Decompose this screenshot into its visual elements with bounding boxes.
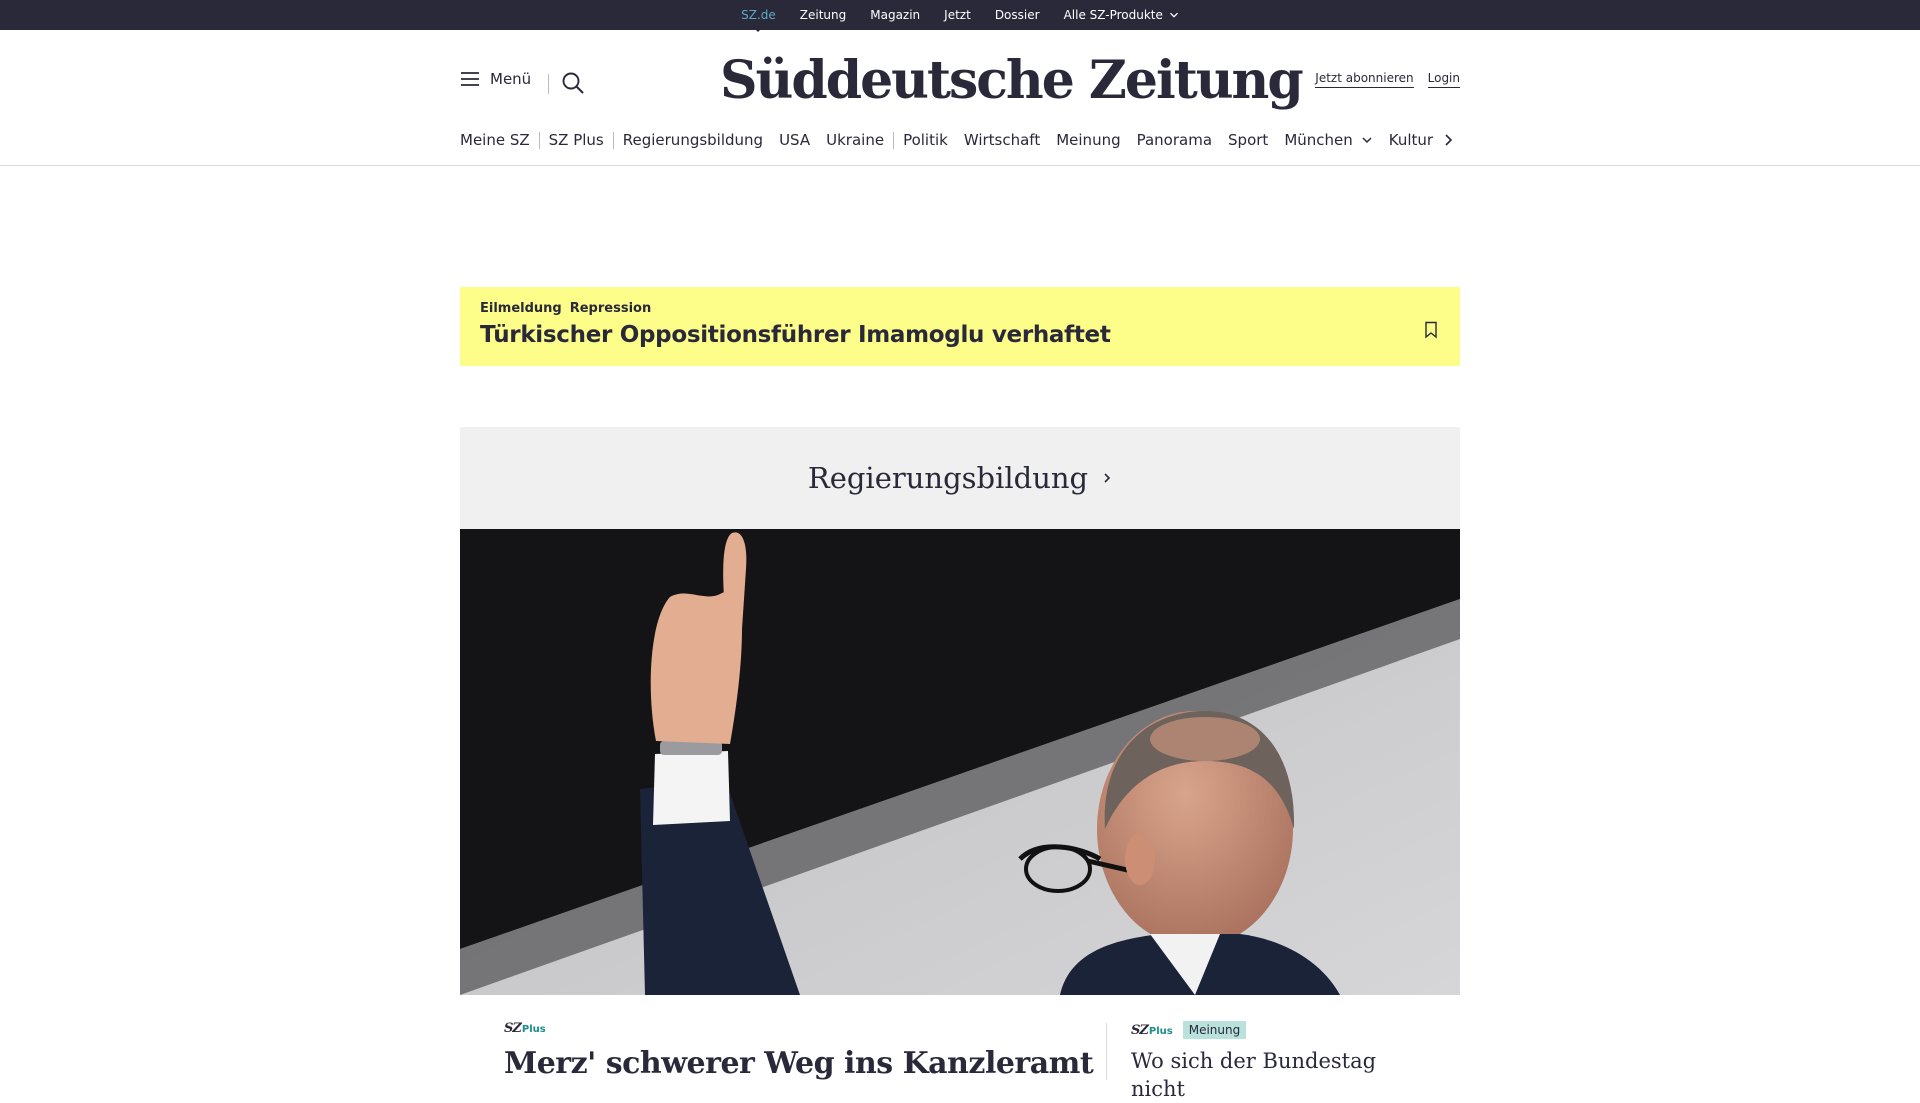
nav-item-muenchen-label: München bbox=[1284, 131, 1353, 149]
nav-item-meinung[interactable]: Meinung bbox=[1056, 131, 1120, 149]
menu-button[interactable]: Menü bbox=[460, 70, 531, 88]
teaser-main-article[interactable]: SZ Plus Merz' schwerer Weg ins Kanzleram… bbox=[504, 1021, 1094, 1081]
nav-divider bbox=[538, 131, 540, 149]
hamburger-icon bbox=[461, 72, 479, 86]
breaking-headline: Türkischer Oppositionsführer Imamoglu ve… bbox=[480, 322, 1111, 348]
sz-plus-badge: SZ Plus bbox=[1131, 1023, 1173, 1038]
nav-item-usa[interactable]: USA bbox=[779, 131, 810, 149]
nav-divider bbox=[612, 131, 614, 149]
topbar-products-dropdown[interactable]: Alle SZ-Produkte bbox=[1064, 8, 1179, 22]
nav-item-kultur[interactable]: Kultur bbox=[1389, 131, 1433, 149]
topbar-link-dossier[interactable]: Dossier bbox=[995, 8, 1040, 22]
hero-photo bbox=[460, 529, 1460, 995]
breaking-topic: Repression bbox=[569, 301, 652, 316]
nav-item-sport[interactable]: Sport bbox=[1228, 131, 1268, 149]
site-logo[interactable]: Süddeutsche Zeitung bbox=[720, 46, 1304, 116]
nav-item-politik[interactable]: Politik bbox=[903, 131, 948, 149]
chevron-down-icon bbox=[1169, 12, 1178, 18]
search-icon[interactable] bbox=[560, 70, 586, 96]
teaser-side-article[interactable]: SZ Plus Meinung Wo sich der Bundestag ni… bbox=[1131, 1021, 1431, 1103]
hero-image[interactable] bbox=[460, 529, 1460, 995]
opinion-badge: Meinung bbox=[1182, 1021, 1247, 1039]
chevron-right-icon bbox=[1445, 134, 1453, 146]
topbar-link-jetzt[interactable]: Jetzt bbox=[944, 8, 971, 22]
section-title: Regierungsbildung bbox=[807, 461, 1089, 495]
breaking-news-banner[interactable]: Eilmeldung Repression Türkischer Opposit… bbox=[460, 287, 1460, 366]
nav-item-panorama[interactable]: Panorama bbox=[1137, 131, 1212, 149]
nav-divider bbox=[893, 131, 895, 149]
header-actions: Jetzt abonnieren Login bbox=[1315, 71, 1460, 88]
header-divider bbox=[548, 74, 549, 94]
topbar-link-zeitung[interactable]: Zeitung bbox=[800, 8, 846, 22]
site-header: Menü Süddeutsche Zeitung Jetzt abonniere… bbox=[0, 30, 1920, 166]
nav-scroll-right-button[interactable] bbox=[1436, 128, 1460, 152]
nav-item-sz-plus[interactable]: SZ Plus bbox=[549, 131, 604, 149]
teaser-side-meta: SZ Plus Meinung bbox=[1131, 1021, 1431, 1039]
sz-plus-brand: SZ bbox=[1131, 1022, 1149, 1038]
sz-plus-label: Plus bbox=[1148, 1025, 1173, 1037]
sz-plus-brand: SZ bbox=[504, 1021, 522, 1036]
teaser-card: SZ Plus Merz' schwerer Weg ins Kanzleram… bbox=[480, 995, 1440, 1101]
nav-item-regierungsbildung[interactable]: Regierungsbildung bbox=[623, 131, 763, 149]
topbar-link-szde[interactable]: SZ.de bbox=[741, 8, 776, 22]
sz-plus-label: Plus bbox=[521, 1024, 546, 1035]
breaking-kicker: Eilmeldung Repression bbox=[480, 301, 1440, 316]
breaking-label: Eilmeldung bbox=[480, 301, 562, 316]
top-utility-bar: SZ.de Zeitung Magazin Jetzt Dossier Alle… bbox=[0, 0, 1920, 30]
nav-item-muenchen[interactable]: München bbox=[1284, 131, 1372, 149]
nav-item-wirtschaft[interactable]: Wirtschaft bbox=[964, 131, 1040, 149]
login-link[interactable]: Login bbox=[1427, 71, 1460, 88]
sz-plus-badge: SZ Plus bbox=[504, 1021, 1074, 1036]
nav-item-meine-sz[interactable]: Meine SZ bbox=[460, 131, 530, 149]
topbar-link-magazin[interactable]: Magazin bbox=[870, 8, 920, 22]
teaser-main-title: Merz' schwerer Weg ins Kanzleramt bbox=[504, 1046, 1094, 1081]
teaser-divider bbox=[1106, 1023, 1107, 1080]
section-header-regierungsbildung[interactable]: Regierungsbildung bbox=[460, 427, 1460, 529]
menu-label: Menü bbox=[490, 70, 532, 88]
main-navigation: Meine SZ SZ Plus Regierungsbildung USA U… bbox=[460, 128, 1460, 152]
chevron-right-icon bbox=[1104, 473, 1111, 483]
nav-item-ukraine[interactable]: Ukraine bbox=[826, 131, 884, 149]
topbar-products-label: Alle SZ-Produkte bbox=[1063, 8, 1163, 22]
bookmark-icon[interactable] bbox=[1424, 321, 1438, 339]
teaser-side-title: Wo sich der Bundestag nicht bbox=[1131, 1049, 1377, 1101]
chevron-down-icon bbox=[1362, 137, 1372, 144]
subscribe-link[interactable]: Jetzt abonnieren bbox=[1315, 71, 1414, 88]
